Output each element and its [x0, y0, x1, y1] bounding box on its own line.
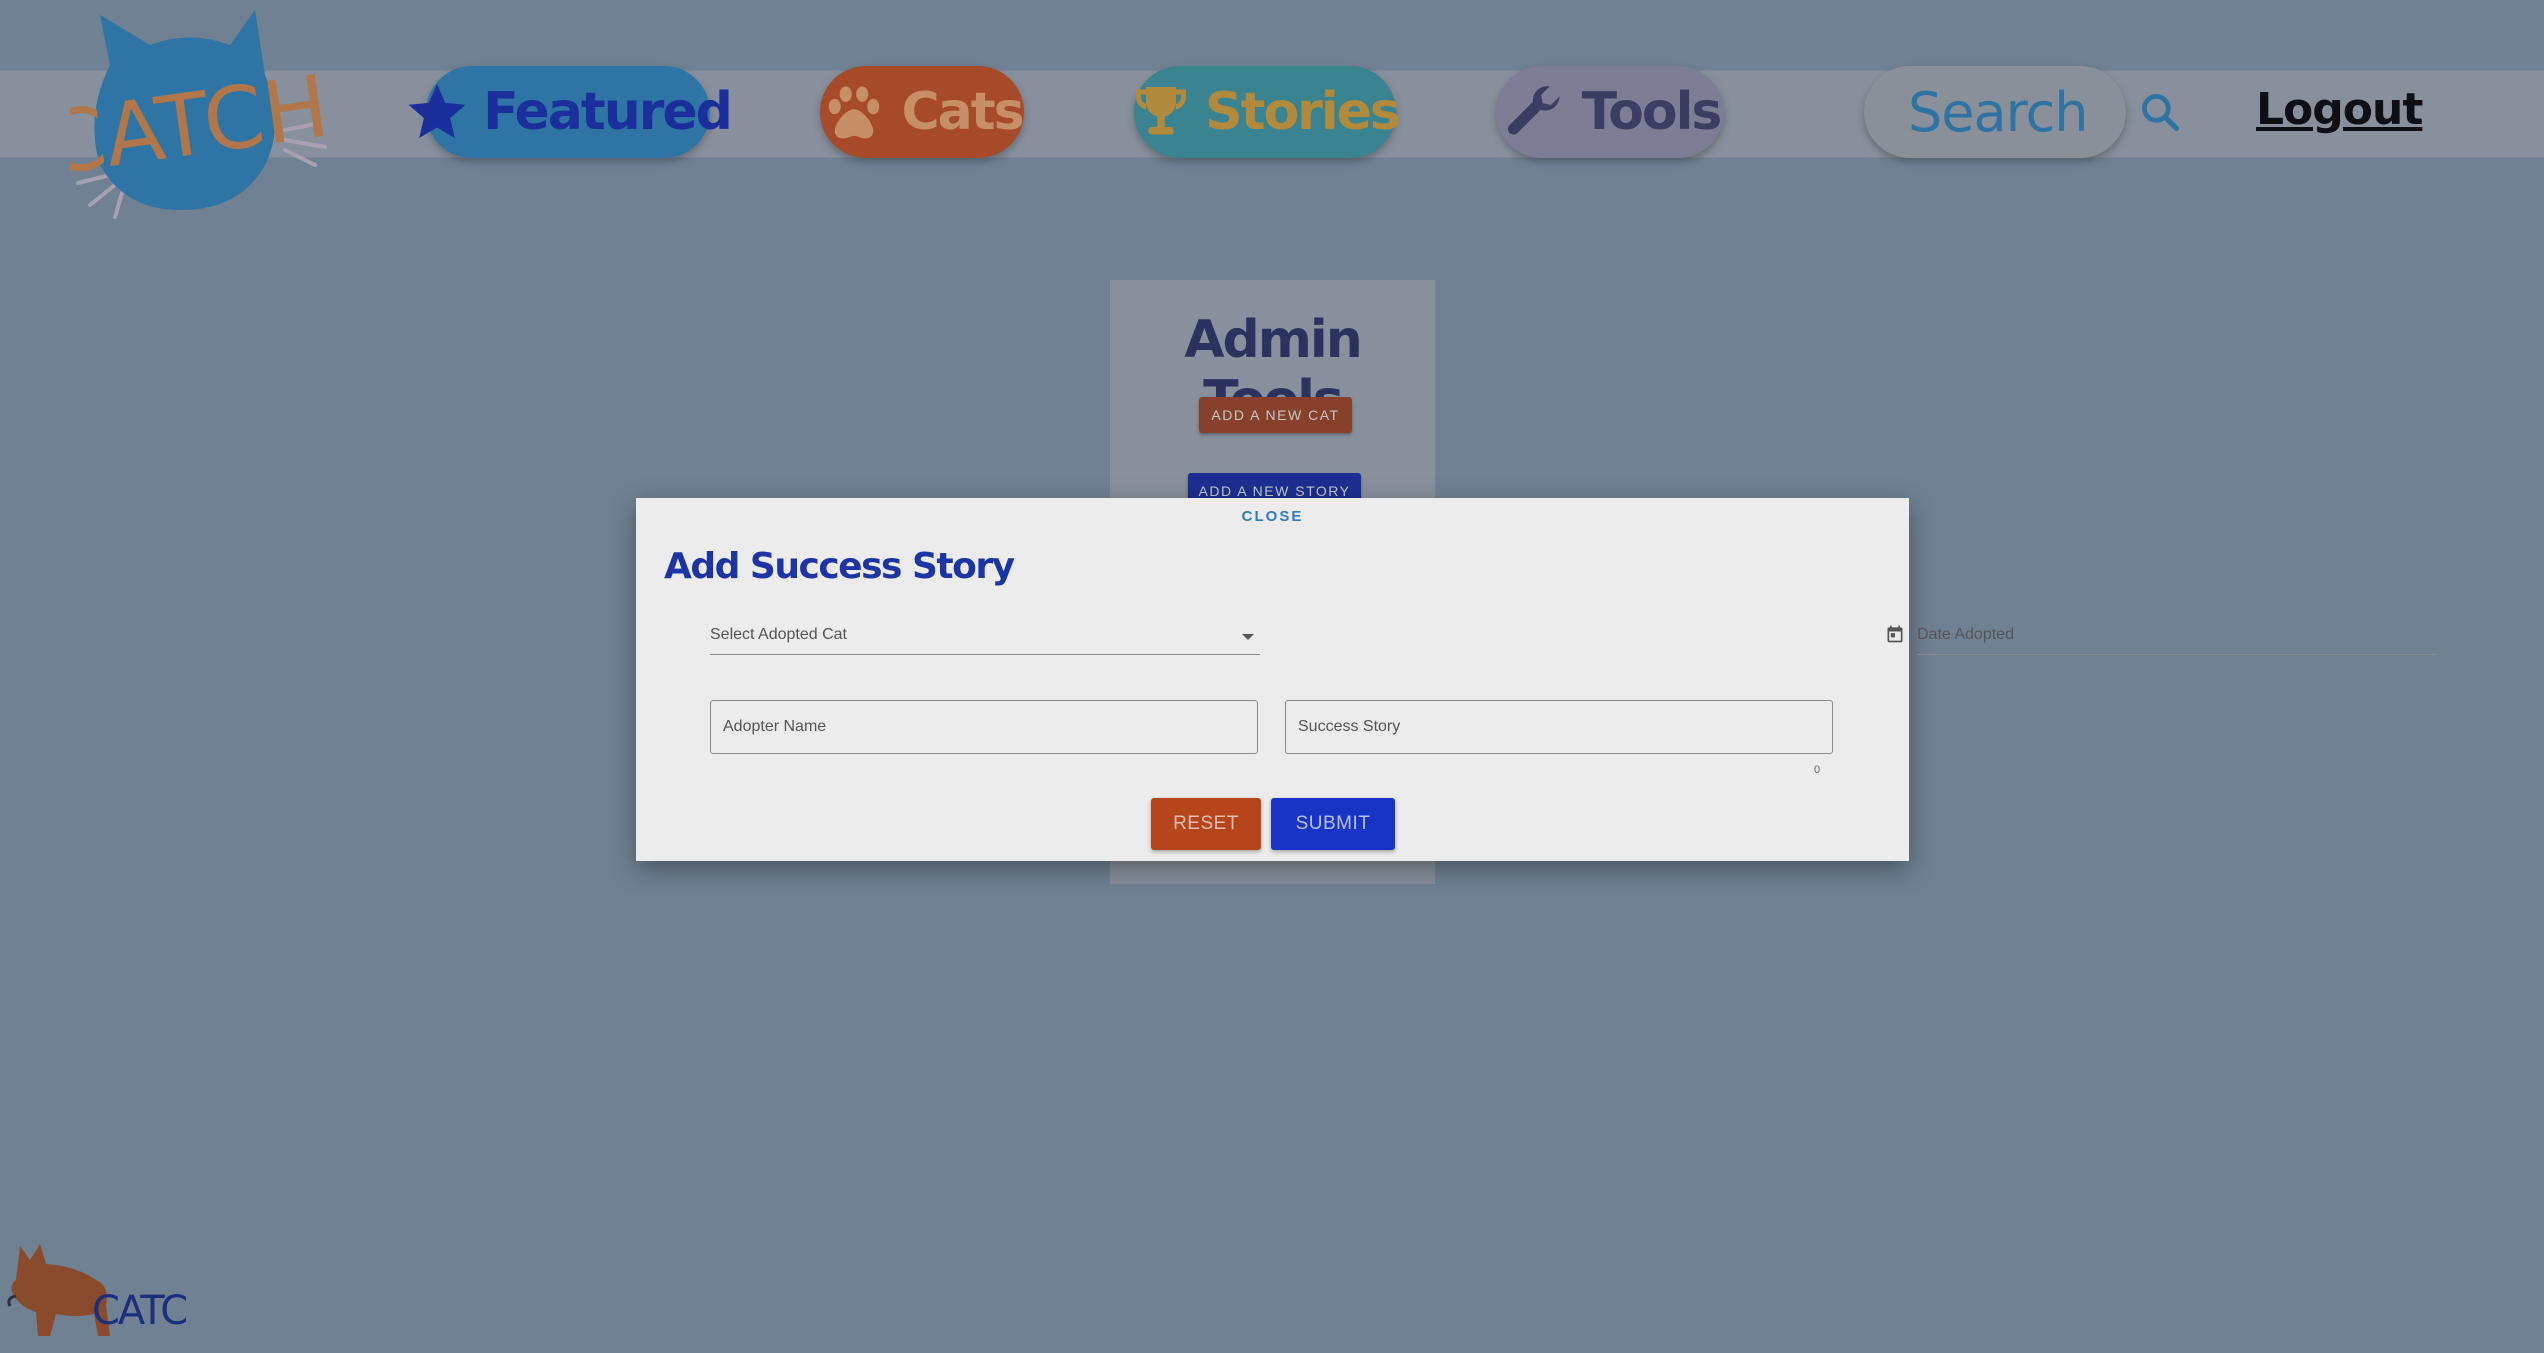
adopter-name-field[interactable]: Adopter Name [710, 700, 1258, 754]
dialog-title: Add Success Story [664, 546, 1015, 587]
wrench-icon [1507, 86, 1560, 135]
select-adopted-cat-label: Select Adopted Cat [710, 626, 847, 643]
success-story-placeholder: Success Story [1298, 718, 1401, 735]
add-new-cat-button[interactable]: ADD A NEW CAT [1199, 397, 1352, 433]
nav-tools-label: Tools [1581, 82, 1723, 142]
nav-featured-label: Featured [483, 82, 733, 142]
star-icon [408, 84, 466, 139]
nav-featured[interactable]: Featured [408, 66, 733, 158]
character-counter: 0 [1814, 764, 1821, 776]
date-adopted-field[interactable]: Date Adopted [1885, 620, 2435, 655]
close-button[interactable]: CLOSE [636, 508, 1909, 525]
add-success-story-dialog: CLOSE Add Success Story Select Adopted C… [636, 498, 2435, 861]
nav-cats[interactable]: Cats [820, 66, 1025, 158]
nav-stories-label: Stories [1205, 82, 1401, 142]
success-story-field[interactable]: Success Story [1285, 700, 1833, 754]
catch-logo[interactable]: CATCH [39, 5, 340, 235]
search-icon[interactable] [2138, 90, 2182, 134]
nav-stories[interactable]: Stories [1134, 66, 1401, 158]
date-adopted-label: Date Adopted [1917, 626, 2014, 643]
logout-link[interactable]: Logout [2256, 84, 2423, 135]
calendar-icon[interactable] [1885, 624, 1905, 644]
nav-search-label: Search [1908, 80, 2089, 144]
submit-button[interactable]: SUBMIT [1271, 798, 1395, 850]
nav-tools[interactable]: Tools [1496, 66, 1724, 158]
nav-search[interactable]: Search [1864, 66, 2179, 158]
dropdown-caret-icon [1242, 634, 1254, 640]
paw-icon [829, 86, 880, 139]
nav-cats-label: Cats [901, 82, 1024, 142]
footer-logo[interactable]: CATCH [6, 1236, 216, 1340]
trophy-icon [1136, 87, 1187, 135]
adopter-name-placeholder: Adopter Name [723, 718, 827, 735]
footer-logo-text: CATCH [92, 1288, 186, 1334]
select-adopted-cat[interactable]: Select Adopted Cat [710, 620, 1260, 655]
reset-button[interactable]: RESET [1151, 798, 1261, 850]
